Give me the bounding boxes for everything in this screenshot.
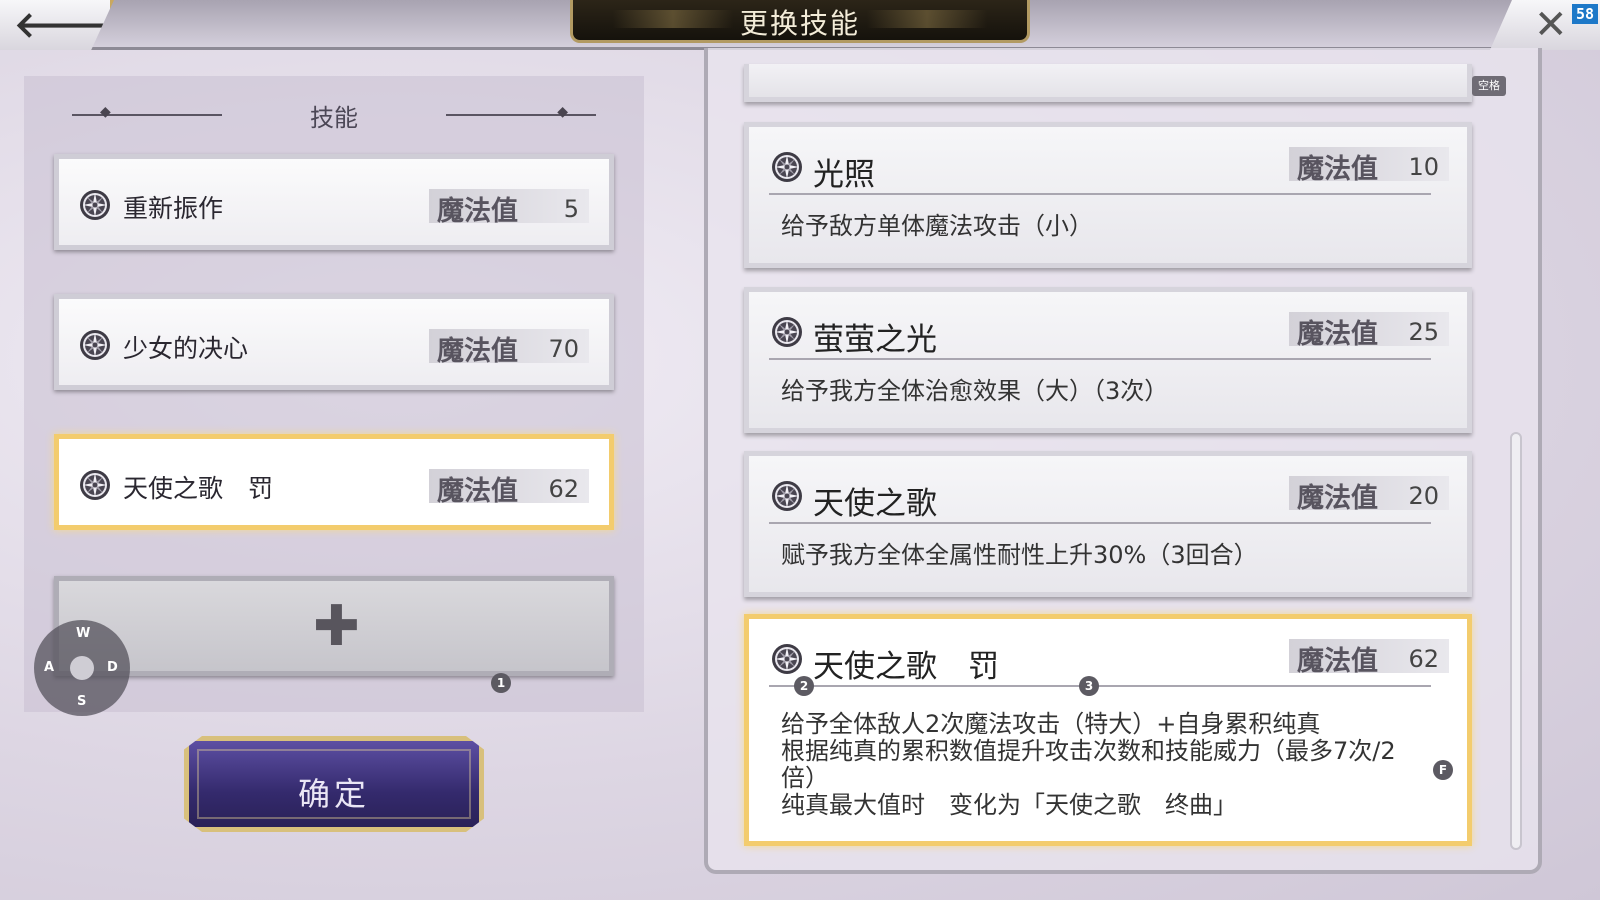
mp-label: 魔法值	[1297, 319, 1378, 350]
skill-description: 给予全体敌人2次魔法攻击（特大）+自身累积纯真 根据纯真的累积数值提升攻击次数和…	[781, 710, 1396, 819]
confirm-button[interactable]: 确定	[184, 736, 484, 832]
mp-value: 70	[548, 335, 579, 363]
joystick-knob[interactable]	[70, 656, 94, 680]
skill-name: 萤萤之光	[813, 322, 937, 358]
hotkey-badge-3: 3	[1079, 676, 1099, 696]
mp-value: 25	[1408, 318, 1439, 346]
skill-icon	[79, 189, 111, 221]
mp-value: 62	[1408, 645, 1439, 673]
skill-card-3[interactable]: 天使之歌 魔法值 20 赋予我方全体全属性耐性上升30%（3回合）	[744, 451, 1472, 597]
skill-name: 重新振作	[123, 194, 224, 223]
equipped-slot-2[interactable]: 少女的决心 魔法值 70	[54, 294, 614, 390]
skill-description: 给予我方全体治愈效果（大）（3次）	[781, 377, 1169, 405]
divider	[769, 193, 1431, 195]
skill-name: 天使之歌	[813, 486, 937, 522]
equipped-skills-panel: 技能 重新振作 魔法值 5 少女的决心 魔法值 70 天使之歌 罚 魔法值 62…	[24, 76, 644, 712]
hotkey-badge-f: F	[1433, 760, 1453, 780]
mp-cost-tag: 魔法值 10	[1289, 147, 1449, 185]
mp-value: 10	[1408, 153, 1439, 181]
close-x-icon: ✕	[1534, 2, 1568, 48]
mp-label: 魔法值	[1297, 483, 1378, 514]
skill-card-1[interactable]: 光照 魔法值 10 给予敌方单体魔法攻击（小）	[744, 122, 1472, 268]
skill-icon	[79, 329, 111, 361]
skill-icon	[79, 469, 111, 501]
plus-icon: ✚	[313, 594, 360, 659]
confirm-label: 确定	[297, 775, 370, 813]
divider	[769, 685, 1431, 687]
skill-card-2[interactable]: 萤萤之光 魔法值 25 给予我方全体治愈效果（大）（3次）	[744, 287, 1472, 433]
wasd-joystick[interactable]: W A D S	[34, 620, 130, 716]
fps-counter: 58	[1571, 4, 1598, 24]
skill-card-4[interactable]: 天使之歌 罚 魔法值 62 给予全体敌人2次魔法攻击（特大）+自身累积纯真 根据…	[744, 614, 1472, 846]
skill-description: 赋予我方全体全属性耐性上升30%（3回合）	[781, 541, 1258, 569]
hotkey-badge-2: 2	[794, 676, 814, 696]
mp-label: 魔法值	[437, 196, 518, 227]
skill-description: 给予敌方单体魔法攻击（小）	[781, 212, 1093, 240]
space-key-tag: 空格	[1472, 76, 1506, 96]
mp-label: 魔法值	[437, 476, 518, 507]
skill-name: 少女的决心	[123, 334, 249, 363]
divider	[769, 358, 1431, 360]
equipped-slot-1[interactable]: 重新振作 魔法值 5	[54, 154, 614, 250]
skill-name: 天使之歌 罚	[123, 474, 274, 503]
mp-value: 20	[1408, 482, 1439, 510]
mp-cost-tag: 魔法值 62	[1289, 639, 1449, 677]
divider	[769, 522, 1431, 524]
key-s: S	[77, 694, 87, 709]
hotkey-badge-1: 1	[491, 673, 511, 693]
skill-icon	[771, 480, 803, 512]
mp-cost-tag: 魔法值 20	[1289, 476, 1449, 514]
scrollbar-thumb[interactable]	[1510, 432, 1522, 850]
mp-label: 魔法值	[437, 336, 518, 367]
key-d: D	[107, 660, 118, 675]
mp-cost-tag: 魔法值 25	[1289, 312, 1449, 350]
mp-cost-tag: 魔法值 5	[429, 189, 589, 227]
skill-card-partial[interactable]	[744, 64, 1472, 102]
header-ornament-right	[446, 104, 596, 120]
mp-value: 5	[563, 195, 579, 223]
mp-value: 62	[548, 475, 579, 503]
key-w: W	[76, 626, 91, 641]
page-title: 更换技能	[739, 7, 860, 40]
mp-cost-tag: 魔法值 62	[429, 469, 589, 507]
skill-icon	[771, 151, 803, 183]
key-a: A	[44, 660, 55, 675]
equipped-slot-3[interactable]: 天使之歌 罚 魔法值 62	[54, 434, 614, 530]
mp-label: 魔法值	[1297, 154, 1378, 185]
skill-icon	[771, 643, 803, 675]
skill-name: 光照	[813, 157, 875, 193]
skill-name: 天使之歌 罚	[813, 649, 999, 685]
add-skill-slot[interactable]: ✚	[54, 576, 614, 676]
mp-label: 魔法值	[1297, 646, 1378, 677]
mp-cost-tag: 魔法值 70	[429, 329, 589, 367]
title-banner: 更换技能	[570, 0, 1030, 43]
skill-icon	[771, 316, 803, 348]
